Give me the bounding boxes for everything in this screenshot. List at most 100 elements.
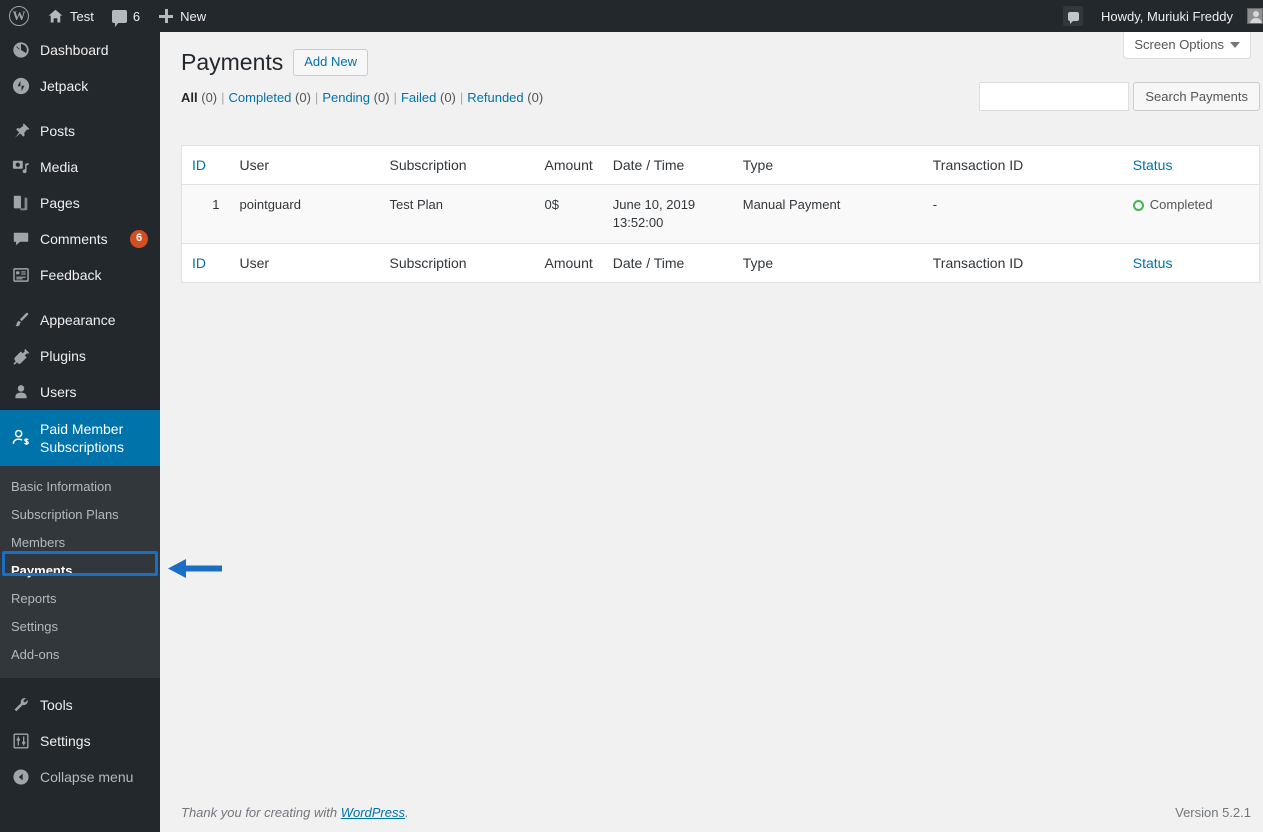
sidebar-label-users: Users (40, 384, 77, 400)
submenu-item-reports[interactable]: Reports (0, 585, 160, 613)
filter-completed-label[interactable]: Completed (229, 90, 292, 105)
cell-subscription: Test Plan (379, 184, 535, 244)
footer-version: Version 5.2.1 (1175, 805, 1251, 820)
search-payments-button[interactable]: Search Payments (1133, 82, 1260, 111)
comments-count-badge: 6 (130, 230, 148, 248)
sidebar-separator-3 (0, 678, 160, 687)
filter-failed-count: (0) (439, 90, 456, 105)
adminbar-comments-count: 6 (132, 8, 141, 24)
new-content-menu[interactable]: New (149, 0, 215, 32)
main-content: Screen Options Payments Add New All (0) |… (160, 32, 1263, 832)
submenu-item-subscription-plans[interactable]: Subscription Plans (0, 501, 160, 529)
sidebar-item-collapse-menu[interactable]: Collapse menu (0, 759, 160, 795)
table-header-row: ID User Subscription Amount Date / Time … (181, 145, 1260, 185)
footer-column-amount: Amount (534, 243, 603, 283)
sidebar-label-appearance: Appearance (40, 312, 116, 328)
payments-pointer-arrow (168, 559, 222, 578)
filter-all-label[interactable]: All (181, 90, 198, 105)
submenu-item-basic-information[interactable]: Basic Information (0, 473, 160, 501)
comments-bubble-menu[interactable]: 6 (103, 0, 149, 32)
sidebar-label-paid-member-subscriptions: Paid Member Subscriptions (40, 421, 125, 455)
footer-thanks: Thank you for creating with WordPress. (181, 805, 409, 820)
chevron-down-icon (1230, 41, 1240, 48)
column-header-user: User (229, 145, 380, 185)
submenu-item-add-ons[interactable]: Add-ons (0, 641, 160, 669)
adminbar-right: Howdy, Muriuki Freddy (1054, 0, 1263, 32)
sidebar-item-posts[interactable]: Posts (0, 113, 160, 149)
sidebar-item-users[interactable]: Users (0, 374, 160, 410)
howdy-label: Howdy, Muriuki Freddy (1101, 8, 1233, 24)
column-header-id[interactable]: ID (181, 145, 230, 185)
plus-icon (158, 8, 174, 24)
filter-refunded-label[interactable]: Refunded (467, 90, 523, 105)
footer-column-datetime: Date / Time (602, 243, 733, 283)
filter-all[interactable]: All (0) (181, 90, 217, 105)
filter-pending-label[interactable]: Pending (322, 90, 370, 105)
sidebar-item-feedback[interactable]: Feedback (0, 257, 160, 293)
search-input[interactable] (979, 82, 1130, 111)
notifications-menu[interactable] (1054, 0, 1092, 32)
avatar (1247, 8, 1263, 24)
comment-icon (11, 229, 31, 249)
sidebar-item-dashboard[interactable]: Dashboard (0, 32, 160, 68)
column-header-transaction-id: Transaction ID (922, 145, 1123, 185)
sidebar-item-appearance[interactable]: Appearance (0, 302, 160, 338)
sidebar-item-jetpack[interactable]: Jetpack (0, 68, 160, 104)
submenu-item-payments[interactable]: Payments (0, 557, 160, 585)
admin-footer: Thank you for creating with WordPress. V… (181, 805, 1251, 820)
sidebar-label-tools: Tools (40, 697, 73, 713)
payments-table-body: 1 pointguard Test Plan 0$ June 10, 2019 … (181, 184, 1260, 244)
filter-pending[interactable]: Pending (0) (322, 90, 389, 105)
my-account-menu[interactable]: Howdy, Muriuki Freddy (1092, 0, 1263, 32)
add-new-button[interactable]: Add New (293, 49, 369, 76)
filter-failed-label[interactable]: Failed (401, 90, 436, 105)
sidebar-label-comments: Comments (40, 231, 108, 247)
site-name-menu[interactable]: Test (38, 0, 103, 32)
column-header-type: Type (732, 145, 923, 185)
cell-id: 1 (181, 184, 230, 244)
filter-completed[interactable]: Completed (0) (229, 90, 311, 105)
paid-member-subscriptions-submenu: Basic Information Subscription Plans Mem… (0, 466, 160, 678)
column-header-id-link[interactable]: ID (192, 157, 206, 173)
screen-options-toggle[interactable]: Screen Options (1123, 32, 1251, 59)
sidebar-item-paid-member-subscriptions[interactable]: Paid Member Subscriptions (0, 410, 160, 466)
sidebar-label-dashboard: Dashboard (40, 42, 109, 58)
filter-separator-2: | (314, 90, 319, 105)
sidebar-item-pages[interactable]: Pages (0, 185, 160, 221)
footer-column-subscription: Subscription (379, 243, 535, 283)
footer-column-status[interactable]: Status (1122, 243, 1260, 283)
sidebar-item-comments[interactable]: Comments 6 (0, 221, 160, 257)
column-header-amount: Amount (534, 145, 603, 185)
cell-time: 13:52:00 (612, 215, 664, 230)
submenu-item-members[interactable]: Members (0, 529, 160, 557)
search-box: Search Payments (979, 82, 1260, 111)
filter-failed[interactable]: Failed (0) (401, 90, 456, 105)
payments-table-head: ID User Subscription Amount Date / Time … (181, 145, 1260, 185)
footer-column-type: Type (732, 243, 923, 283)
submenu-item-settings[interactable]: Settings (0, 613, 160, 641)
footer-column-status-link[interactable]: Status (1133, 255, 1173, 271)
filter-refunded[interactable]: Refunded (0) (467, 90, 543, 105)
footer-column-id-link[interactable]: ID (192, 255, 206, 271)
column-header-datetime: Date / Time (602, 145, 733, 185)
footer-column-id[interactable]: ID (181, 243, 230, 283)
jetpack-icon (11, 76, 31, 96)
wp-logo-menu[interactable]: W (0, 0, 38, 32)
column-header-status[interactable]: Status (1122, 145, 1260, 185)
filter-separator-1: | (221, 90, 225, 105)
filter-completed-count: (0) (295, 90, 311, 105)
sidebar-item-settings[interactable]: Settings (0, 723, 160, 759)
sidebar-label-jetpack: Jetpack (40, 78, 89, 94)
dashboard-icon (11, 40, 31, 60)
sidebar-item-media[interactable]: Media (0, 149, 160, 185)
page-header: Payments Add New (181, 48, 369, 77)
status-filter-links: All (0) | Completed (0) | Pending (0) | Failed… (181, 90, 543, 105)
filter-separator-3: | (393, 90, 397, 105)
column-header-status-link[interactable]: Status (1133, 157, 1173, 173)
wordpress-link[interactable]: WordPress (341, 805, 405, 820)
wrench-icon (11, 695, 31, 715)
table-row[interactable]: 1 pointguard Test Plan 0$ June 10, 2019 … (181, 184, 1260, 244)
sidebar-item-tools[interactable]: Tools (0, 687, 160, 723)
sidebar-item-plugins[interactable]: Plugins (0, 338, 160, 374)
user-icon (11, 382, 31, 402)
